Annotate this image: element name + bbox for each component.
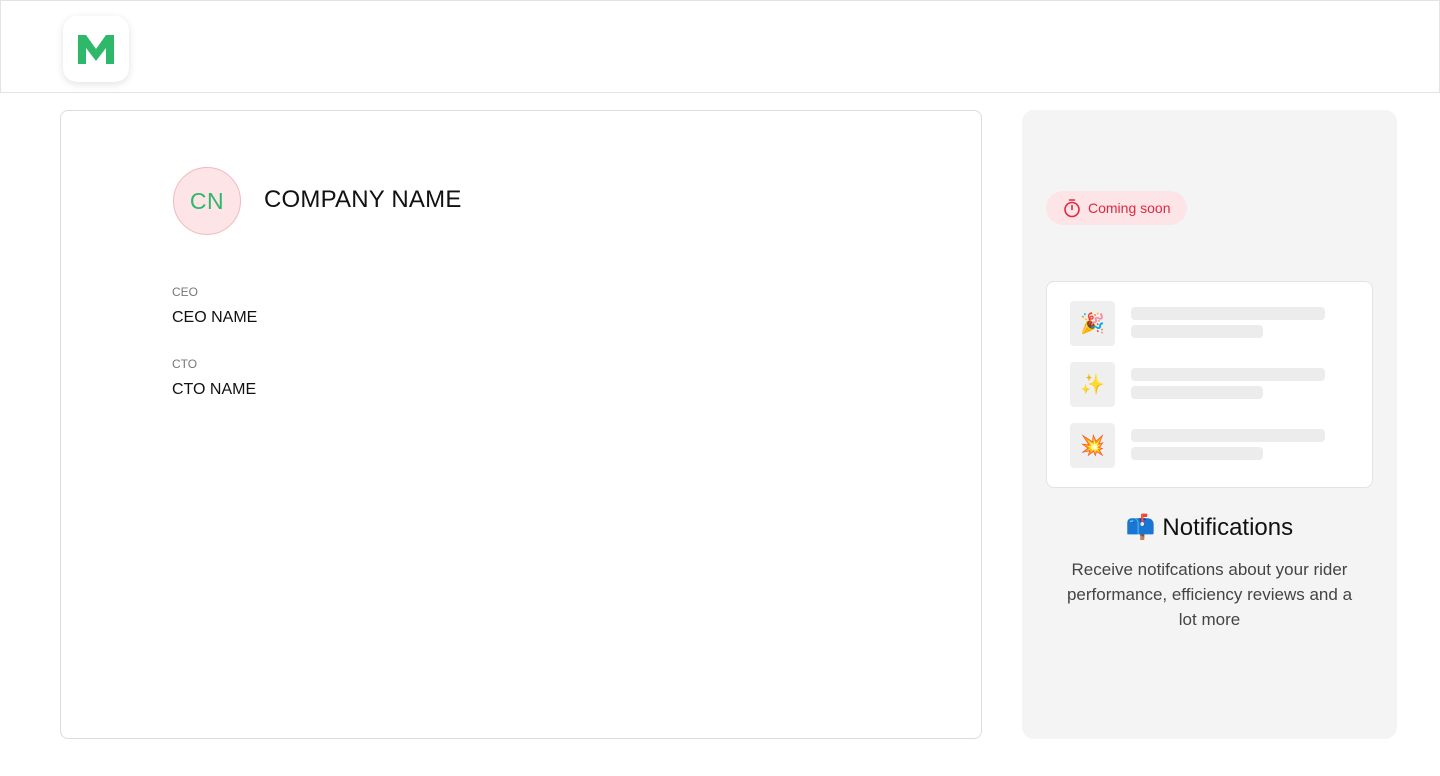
coming-soon-badge: Coming soon	[1046, 191, 1187, 225]
preview-row: ✨	[1070, 362, 1360, 407]
skeleton-line	[1131, 307, 1325, 320]
skeleton-line	[1131, 447, 1263, 460]
notifications-title-text: Notifications	[1162, 514, 1294, 541]
company-name: COMPANY NAME	[264, 186, 462, 213]
notifications-title: 📫 Notifications	[1022, 513, 1397, 542]
coming-soon-label: Coming soon	[1088, 200, 1171, 216]
cto-value: CTO NAME	[172, 381, 257, 398]
cto-label: CTO	[172, 357, 198, 371]
ceo-value: CEO NAME	[172, 309, 258, 326]
notifications-panel: Coming soon 🎉 ✨ 💥 📫 Notifications Receiv…	[1022, 110, 1397, 739]
preview-row: 💥	[1070, 423, 1360, 468]
logo-m-icon	[78, 35, 114, 64]
skeleton-line	[1131, 325, 1263, 338]
top-navbar	[0, 0, 1440, 93]
notification-preview-card: 🎉 ✨ 💥	[1046, 281, 1373, 488]
preview-row: 🎉	[1070, 301, 1360, 346]
ceo-label: CEO	[172, 285, 199, 299]
collision-icon: 💥	[1070, 423, 1115, 468]
skeleton-line	[1131, 429, 1325, 442]
sparkles-icon: ✨	[1070, 362, 1115, 407]
app-logo[interactable]	[63, 16, 129, 82]
skeleton-line	[1131, 386, 1263, 399]
stopwatch-icon	[1064, 199, 1080, 218]
skeleton-line	[1131, 368, 1325, 381]
company-avatar: CN	[173, 167, 241, 235]
company-card: CN COMPANY NAME CEO CEO NAME CTO CTO NAM…	[60, 110, 982, 739]
mailbox-icon: 📫	[1125, 514, 1156, 541]
party-popper-icon: 🎉	[1070, 301, 1115, 346]
notifications-description: Receive notifcations about your rider pe…	[1066, 560, 1353, 629]
